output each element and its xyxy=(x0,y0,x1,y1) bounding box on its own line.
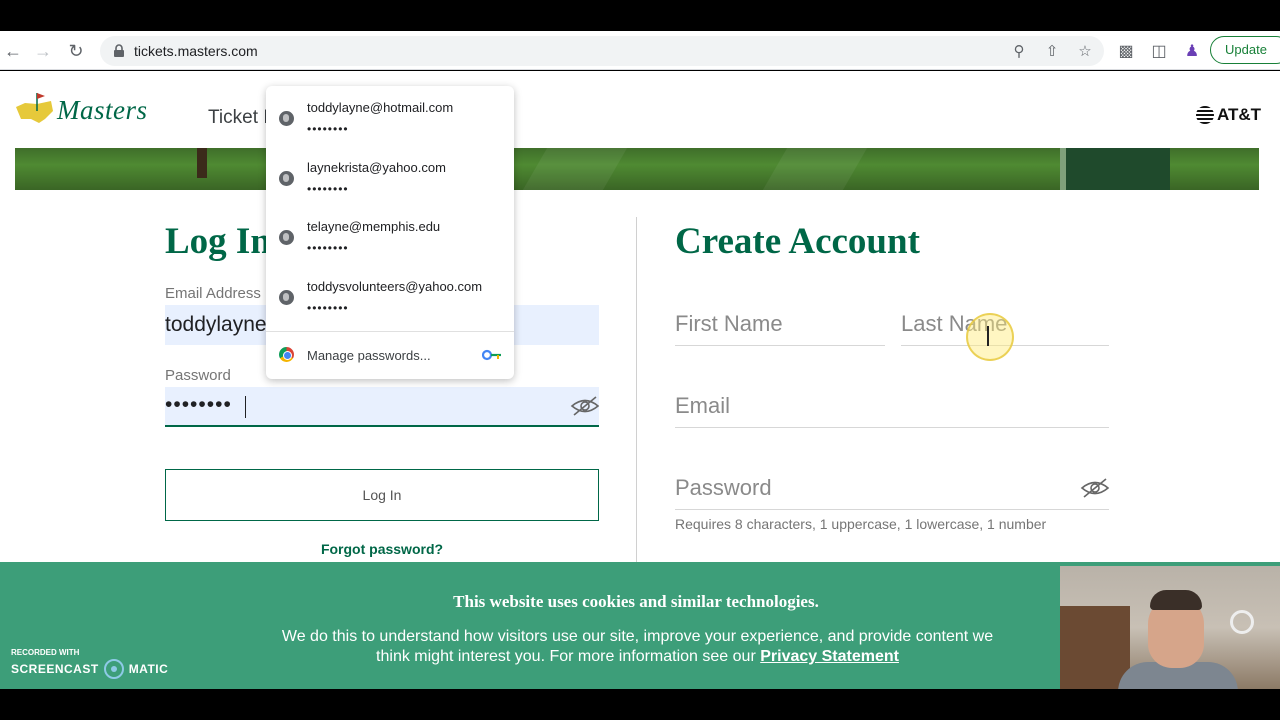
sidebar-icon[interactable]: ◫ xyxy=(1148,40,1170,62)
show-password-icon[interactable] xyxy=(1080,477,1110,499)
hero-banner xyxy=(15,148,1259,190)
globe-icon xyxy=(279,290,294,305)
address-bar[interactable]: tickets.masters.com ⚲ ⇧ ☆ xyxy=(100,36,1104,66)
masters-logo[interactable]: Masters xyxy=(15,89,180,129)
brand-right-text: MATIC xyxy=(128,662,169,676)
browser-toolbar: ← → ↻ tickets.masters.com ⚲ ⇧ ☆ ▩ ◫ ♟ Up… xyxy=(0,31,1280,70)
ca-password-field[interactable]: Password xyxy=(675,468,1110,510)
nav-ticket-link[interactable]: Ticket I xyxy=(208,107,269,129)
password-value: •••••••• xyxy=(165,393,232,416)
column-divider xyxy=(636,217,637,567)
first-name-placeholder: First Name xyxy=(675,311,783,336)
url-text: tickets.masters.com xyxy=(134,43,258,59)
autofill-item[interactable]: toddylayne@hotmail.com •••••••• xyxy=(266,86,514,145)
logo-wordmark: Masters xyxy=(57,95,148,125)
autofill-masked-password: •••••••• xyxy=(307,122,349,136)
autofill-masked-password: •••••••• xyxy=(307,182,349,196)
recorded-with-text: RECORDED WITH xyxy=(11,648,80,657)
create-account-title: Create Account xyxy=(675,221,920,262)
key-icon[interactable]: ⚲ xyxy=(1010,42,1028,60)
webcam-overlay xyxy=(1060,566,1280,689)
share-icon[interactable]: ⇧ xyxy=(1043,42,1061,60)
text-cursor-icon xyxy=(987,326,995,346)
back-icon[interactable]: ← xyxy=(2,40,24,62)
autofill-masked-password: •••••••• xyxy=(307,301,349,315)
att-globe-icon xyxy=(1196,106,1214,124)
screencast-watermark: RECORDED WITH SCREENCAST MATIC xyxy=(11,648,168,679)
privacy-statement-link[interactable]: Privacy Statement xyxy=(760,648,899,665)
att-logo: AT&T xyxy=(1196,105,1261,125)
autofill-item[interactable]: laynekrista@yahoo.com •••••••• xyxy=(266,146,514,205)
forgot-password-link[interactable]: Forgot password? xyxy=(165,541,599,557)
key-icon xyxy=(482,349,501,361)
password-label: Password xyxy=(165,367,231,384)
globe-icon xyxy=(279,111,294,126)
profile-icon[interactable]: ♟ xyxy=(1181,40,1203,62)
login-button[interactable]: Log In xyxy=(165,469,599,521)
screencast-brand: SCREENCAST MATIC xyxy=(11,659,168,679)
password-field[interactable]: •••••••• xyxy=(165,387,600,427)
email-label: Email Address xyxy=(165,285,261,302)
autofill-email: telayne@memphis.edu xyxy=(307,219,441,234)
us-map-flag-icon xyxy=(16,93,53,123)
webcam-cabinet xyxy=(1060,606,1130,689)
lock-icon xyxy=(114,44,124,57)
reload-icon[interactable]: ↻ xyxy=(65,40,87,62)
autofill-item[interactable]: telayne@memphis.edu •••••••• xyxy=(266,205,514,264)
brand-left-text: SCREENCAST xyxy=(11,662,99,676)
globe-icon xyxy=(279,230,294,245)
text-caret xyxy=(245,396,246,418)
cookie-body: We do this to understand how visitors us… xyxy=(270,627,1005,667)
autofill-masked-password: •••••••• xyxy=(307,241,349,255)
globe-icon xyxy=(279,171,294,186)
autofill-item[interactable]: toddysvolunteers@yahoo.com •••••••• xyxy=(266,265,514,324)
email-value: toddylayne xyxy=(165,313,267,336)
login-title: Log In xyxy=(165,221,271,262)
hide-password-icon[interactable] xyxy=(570,395,600,417)
autofill-separator xyxy=(266,331,514,332)
webcam-light-fixture xyxy=(1230,610,1254,634)
scoreboard-structure xyxy=(1060,148,1170,190)
password-autofill-dropdown: toddylayne@hotmail.com •••••••• laynekri… xyxy=(266,86,514,379)
sponsor-text: AT&T xyxy=(1217,105,1262,124)
autofill-email: laynekrista@yahoo.com xyxy=(307,160,446,175)
password-requirements: Requires 8 characters, 1 uppercase, 1 lo… xyxy=(675,516,1047,532)
manage-passwords-link[interactable]: Manage passwords... xyxy=(307,348,431,363)
webcam-person-hair xyxy=(1150,590,1202,610)
autofill-email: toddylayne@hotmail.com xyxy=(307,100,454,115)
first-name-field[interactable]: First Name xyxy=(675,304,885,346)
star-icon[interactable]: ☆ xyxy=(1076,42,1094,60)
forward-icon[interactable]: → xyxy=(32,40,54,62)
screencast-logo-icon xyxy=(103,659,124,679)
tree-trunk xyxy=(197,148,207,178)
chrome-icon xyxy=(279,347,294,362)
ca-email-placeholder: Email xyxy=(675,393,731,418)
update-button[interactable]: Update xyxy=(1210,36,1280,64)
screen: ← → ↻ tickets.masters.com ⚲ ⇧ ☆ ▩ ◫ ♟ Up… xyxy=(0,0,1280,720)
autofill-email: toddysvolunteers@yahoo.com xyxy=(307,279,483,294)
ca-password-placeholder: Password xyxy=(675,475,772,500)
ca-email-field[interactable]: Email xyxy=(675,386,1109,428)
extensions-icon[interactable]: ▩ xyxy=(1115,40,1137,62)
